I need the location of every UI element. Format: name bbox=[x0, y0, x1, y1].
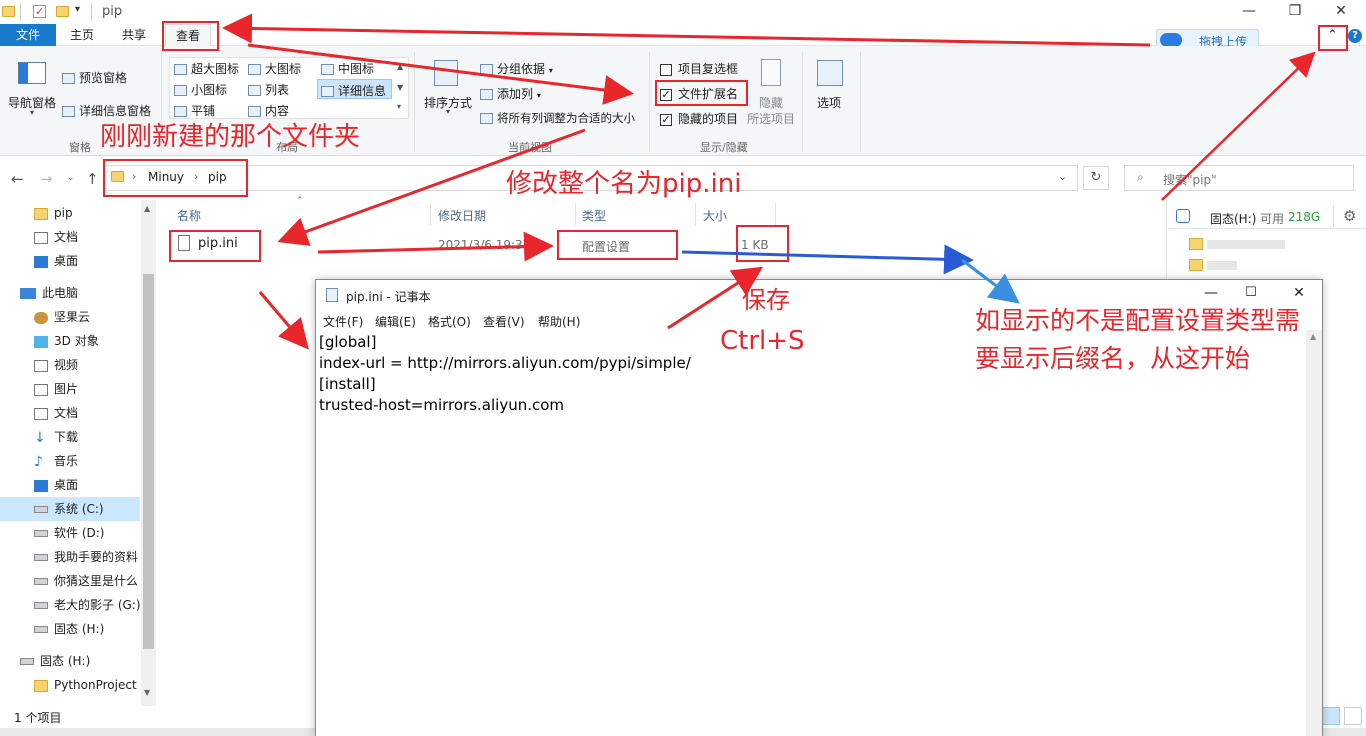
arrow-to-file-type bbox=[317, 231, 554, 262]
arrow-to-ribbon-toggle bbox=[1161, 51, 1316, 201]
annotation-shortcut: Ctrl+S bbox=[720, 326, 805, 356]
annotation-rename: 修改整个名为pip.ini bbox=[506, 169, 742, 199]
arrow-to-hint bbox=[961, 258, 1020, 304]
arrow-blue bbox=[681, 244, 974, 275]
annotation-hint-line2: 要显示后缀名，从这开始 bbox=[975, 344, 1251, 373]
annotation-folder: 刚刚新建的那个文件夹 bbox=[100, 122, 361, 152]
arrow-to-file-ext bbox=[247, 43, 634, 105]
arrow-to-notepad bbox=[258, 291, 309, 350]
annotation-save: 保存 bbox=[742, 286, 790, 314]
annotation-hint-line1: 如显示的不是配置设置类型需 bbox=[975, 306, 1301, 335]
arrow-to-view-tab bbox=[222, 13, 1151, 47]
